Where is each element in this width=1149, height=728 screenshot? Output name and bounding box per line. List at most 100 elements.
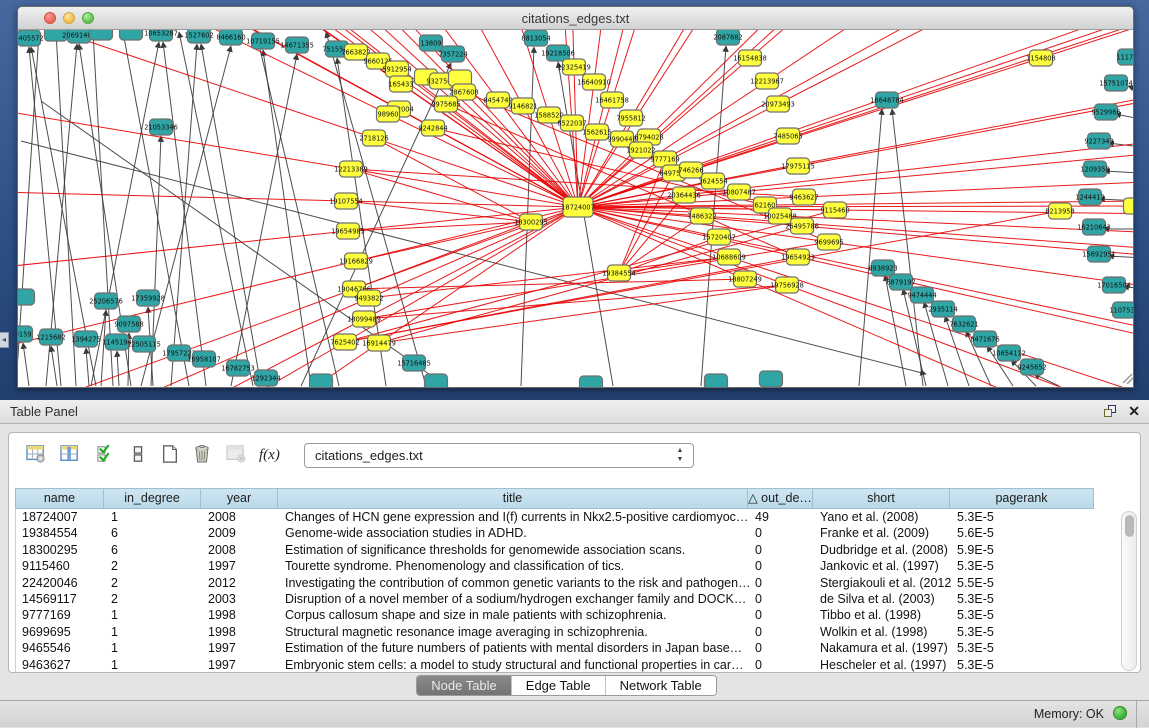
graph-node[interactable]: 19654923 xyxy=(781,249,815,265)
cell-in_degree[interactable]: 6 xyxy=(105,542,202,558)
table-settings-icon[interactable] xyxy=(23,441,49,467)
graph-node[interactable]: 39159 xyxy=(18,326,33,342)
cell-name[interactable]: 18300295 xyxy=(16,542,105,558)
graph-node[interactable]: 16782753 xyxy=(221,360,255,376)
network-canvas[interactable]: 2405572206914061065328715276028466160107… xyxy=(18,30,1133,387)
table-row[interactable]: 2242004622012Investigating the contribut… xyxy=(16,575,1102,591)
graph-node[interactable]: 12213967 xyxy=(750,73,784,89)
graph-node[interactable] xyxy=(580,376,603,387)
table-row[interactable]: 1938455462009Genome-wide association stu… xyxy=(16,525,1102,541)
float-window-icon[interactable] xyxy=(1104,405,1117,418)
cell-short[interactable]: Tibbo et al. (1998) xyxy=(814,607,951,623)
graph-node[interactable]: 17359928 xyxy=(131,290,165,306)
cell-out_de[interactable]: 0 xyxy=(749,640,814,656)
cell-name[interactable]: 9699695 xyxy=(16,624,105,640)
graph-node[interactable]: 9699695 xyxy=(814,234,843,250)
cell-in_degree[interactable]: 1 xyxy=(105,657,202,672)
cell-title[interactable]: Investigating the contribution of common… xyxy=(279,575,749,591)
graph-node[interactable] xyxy=(760,371,783,387)
graph-node[interactable]: 16648784 xyxy=(870,92,904,108)
cell-pagerank[interactable]: 5.3E-5 xyxy=(951,591,1095,607)
graph-node[interactable]: 1215682 xyxy=(36,329,65,345)
graph-node[interactable]: 9474444 xyxy=(907,287,936,303)
graph-node[interactable]: 111730 xyxy=(1116,49,1133,65)
memory-ok-indicator[interactable] xyxy=(1113,706,1127,720)
table-row[interactable]: 911546021997Tourette syndrome. Phenomeno… xyxy=(16,558,1102,574)
cell-year[interactable]: 2012 xyxy=(202,575,279,591)
close-icon[interactable]: ✕ xyxy=(1128,403,1140,419)
cell-pagerank[interactable]: 5.3E-5 xyxy=(951,624,1095,640)
cell-short[interactable]: Wolkin et al. (1998) xyxy=(814,624,951,640)
cell-name[interactable]: 22420046 xyxy=(16,575,105,591)
cell-in_degree[interactable]: 1 xyxy=(105,624,202,640)
cell-pagerank[interactable]: 5.5E-5 xyxy=(951,575,1095,591)
graph-node[interactable]: 7632621 xyxy=(949,316,978,332)
graph-node[interactable] xyxy=(90,30,113,40)
tab-node-table[interactable]: Node Table xyxy=(417,676,512,695)
resize-grip-icon[interactable] xyxy=(1123,374,1133,384)
cell-title[interactable]: Corpus callosum shape and size in male p… xyxy=(279,607,749,623)
graph-node[interactable]: 98960 xyxy=(377,106,400,122)
graph-node[interactable] xyxy=(425,374,448,387)
column-header-short[interactable]: short xyxy=(813,488,950,509)
table-row[interactable]: 1872400712008Changes of HCN gene express… xyxy=(16,509,1102,525)
delete-table-icon[interactable] xyxy=(189,441,215,467)
graph-node[interactable]: 15716485 xyxy=(397,355,431,371)
graph-node[interactable]: 10654112 xyxy=(992,345,1026,361)
cell-in_degree[interactable]: 1 xyxy=(105,607,202,623)
graph-node[interactable]: 15692951 xyxy=(1082,246,1116,262)
graph-node[interactable]: 9146821 xyxy=(508,98,537,114)
graph-node[interactable] xyxy=(120,30,143,40)
column-header-name[interactable]: name xyxy=(15,488,104,509)
cell-title[interactable]: Embryonic stem cells: a model to study s… xyxy=(279,657,749,672)
cell-in_degree[interactable]: 6 xyxy=(105,525,202,541)
graph-node[interactable]: 17016504 xyxy=(1097,277,1131,293)
cell-pagerank[interactable]: 5.6E-5 xyxy=(951,525,1095,541)
graph-node[interactable]: 7625402 xyxy=(330,334,359,350)
graph-node[interactable]: 1527602 xyxy=(184,30,213,43)
graph-node[interactable]: 8213958 xyxy=(1045,203,1074,219)
graph-node[interactable]: 9245652 xyxy=(1017,359,1046,375)
graph-node[interactable]: 12213389 xyxy=(334,161,368,177)
cell-year[interactable]: 2008 xyxy=(202,509,279,525)
graph-node[interactable]: 8466160 xyxy=(216,30,245,45)
vertical-scrollbar[interactable] xyxy=(1121,511,1137,671)
graph-node[interactable]: 12505115 xyxy=(127,336,161,352)
graph-node[interactable]: 18807249 xyxy=(728,271,762,287)
column-settings-icon[interactable] xyxy=(57,441,83,467)
table-row[interactable]: 969969511998Structural magnetic resonanc… xyxy=(16,624,1102,640)
cell-out_de[interactable]: 0 xyxy=(749,624,814,640)
cell-short[interactable]: Dudbridge et al. (2008) xyxy=(814,542,951,558)
tab-edge-table[interactable]: Edge Table xyxy=(512,676,606,695)
cell-in_degree[interactable]: 1 xyxy=(105,509,202,525)
panel-collapse-arrow[interactable]: ◂ xyxy=(0,332,9,348)
graph-node[interactable]: 16640910 xyxy=(577,74,611,90)
graph-node[interactable]: 165433 xyxy=(388,76,413,92)
cell-out_de[interactable]: 0 xyxy=(749,607,814,623)
cell-name[interactable]: 9777169 xyxy=(16,607,105,623)
graph-node[interactable]: 1244413 xyxy=(1075,189,1104,205)
graph-node[interactable] xyxy=(18,289,35,305)
cell-in_degree[interactable]: 2 xyxy=(105,591,202,607)
graph-node[interactable]: 3624554 xyxy=(698,173,727,189)
cell-name[interactable]: 9465546 xyxy=(16,640,105,656)
cell-title[interactable]: Tourette syndrome. Phenomenology and cla… xyxy=(279,558,749,574)
cell-title[interactable]: Disruption of a novel member of a sodium… xyxy=(279,591,749,607)
column-header-pagerank[interactable]: pagerank xyxy=(950,488,1094,509)
graph-node[interactable]: 9242844 xyxy=(418,120,447,136)
column-header-year[interactable]: year xyxy=(201,488,278,509)
graph-node[interactable]: 9115460 xyxy=(820,202,849,218)
cell-out_de[interactable]: 49 xyxy=(749,509,814,525)
cell-name[interactable]: 18724007 xyxy=(16,509,105,525)
graph-node[interactable]: 1209358 xyxy=(1080,161,1109,177)
table-selector-dropdown[interactable]: citations_edges.txt ▲▼ xyxy=(304,443,694,468)
graph-node[interactable]: 746266 xyxy=(678,162,703,178)
graph-node[interactable]: 9097588 xyxy=(114,316,143,332)
graph-node[interactable]: 25206576 xyxy=(89,293,123,309)
graph-node[interactable]: 18099489 xyxy=(347,311,381,327)
cell-out_de[interactable]: 0 xyxy=(749,542,814,558)
cell-title[interactable]: Estimation of significance thresholds fo… xyxy=(279,542,749,558)
cell-year[interactable]: 2008 xyxy=(202,542,279,558)
graph-node[interactable]: 16461758 xyxy=(595,92,629,108)
graph-node[interactable]: 12325419 xyxy=(557,59,591,75)
